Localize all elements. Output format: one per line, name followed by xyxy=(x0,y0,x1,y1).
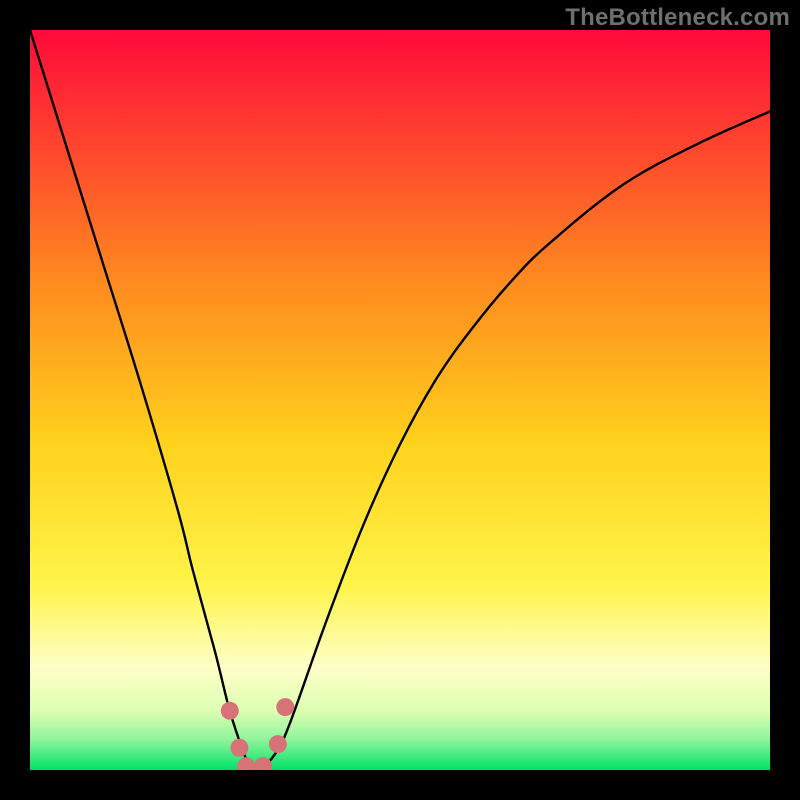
watermark-text: TheBottleneck.com xyxy=(565,4,790,32)
chart-svg xyxy=(30,30,770,770)
plot-area xyxy=(30,30,770,770)
chart-frame: TheBottleneck.com xyxy=(0,0,800,800)
gradient-background xyxy=(30,30,770,770)
curve-marker xyxy=(221,702,239,720)
curve-marker xyxy=(276,698,294,716)
curve-marker xyxy=(230,739,248,757)
curve-marker xyxy=(269,735,287,753)
